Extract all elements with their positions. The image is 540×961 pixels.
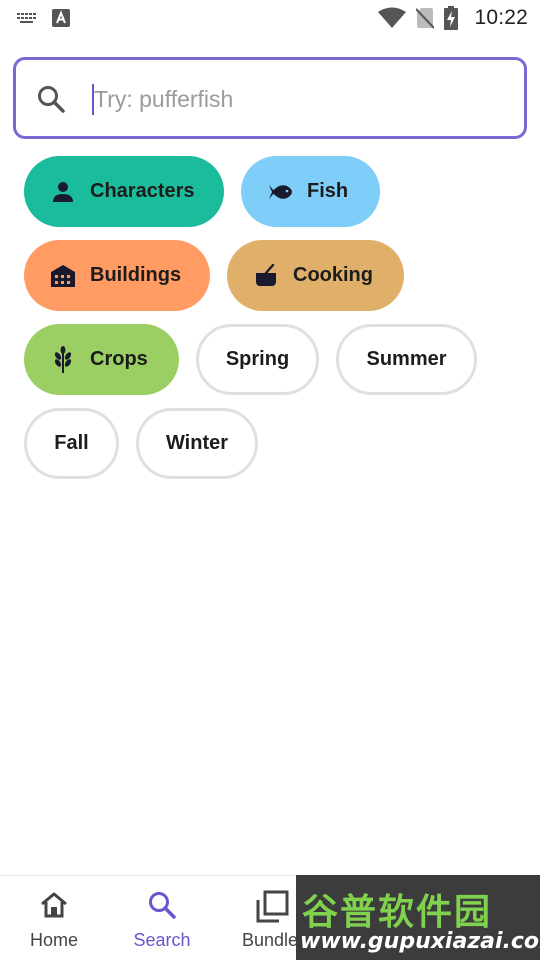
chip-winter[interactable]: Winter (136, 408, 258, 479)
a-notification-icon (52, 9, 70, 27)
battery-charging-icon (444, 6, 459, 30)
search-icon (36, 84, 66, 114)
status-bar: 10:22 (0, 0, 540, 36)
person-icon (50, 179, 76, 205)
no-sim-icon (416, 7, 435, 29)
search-box[interactable] (13, 57, 527, 139)
cooking-pot-icon (253, 263, 279, 289)
home-icon (39, 890, 69, 920)
chip-label: Buildings (90, 264, 182, 286)
chip-summer[interactable]: Summer (336, 324, 477, 395)
building-icon (50, 263, 76, 289)
chip-fish[interactable]: Fish (241, 156, 380, 227)
watermark-url: www.gupuxiazai.com (300, 929, 540, 954)
category-chips: Characters Fish Buildings Cooking Crops … (24, 156, 524, 492)
wifi-icon (378, 7, 407, 29)
chip-label: Characters (90, 180, 195, 202)
chip-cooking[interactable]: Cooking (227, 240, 404, 311)
chip-spring[interactable]: Spring (196, 324, 319, 395)
chip-label: Fall (54, 432, 89, 454)
search-input[interactable] (94, 80, 494, 118)
chip-label: Summer (366, 348, 447, 370)
keyboard-icon (16, 11, 38, 25)
nav-search[interactable]: Search (108, 876, 216, 961)
status-time: 10:22 (474, 6, 528, 29)
search-icon (147, 890, 177, 920)
wheat-icon (50, 345, 76, 373)
chip-label: Fish (307, 180, 349, 202)
bundle-icon (255, 890, 289, 923)
chip-fall[interactable]: Fall (24, 408, 119, 479)
nav-label: Home (29, 930, 78, 950)
nav-home[interactable]: Home (0, 876, 108, 961)
watermark-title: 谷普软件园 (302, 892, 493, 933)
nav-label: Search (133, 930, 191, 950)
watermark: 谷普软件园 www.gupuxiazai.com (296, 875, 540, 960)
chip-label: Winter (165, 432, 229, 454)
chip-crops[interactable]: Crops (24, 324, 179, 395)
chip-label: Cooking (293, 264, 373, 286)
chip-buildings[interactable]: Buildings (24, 240, 210, 311)
chip-characters[interactable]: Characters (24, 156, 224, 227)
fish-icon (267, 179, 293, 205)
chip-label: Spring (225, 348, 290, 370)
chip-label: Crops (90, 348, 148, 370)
